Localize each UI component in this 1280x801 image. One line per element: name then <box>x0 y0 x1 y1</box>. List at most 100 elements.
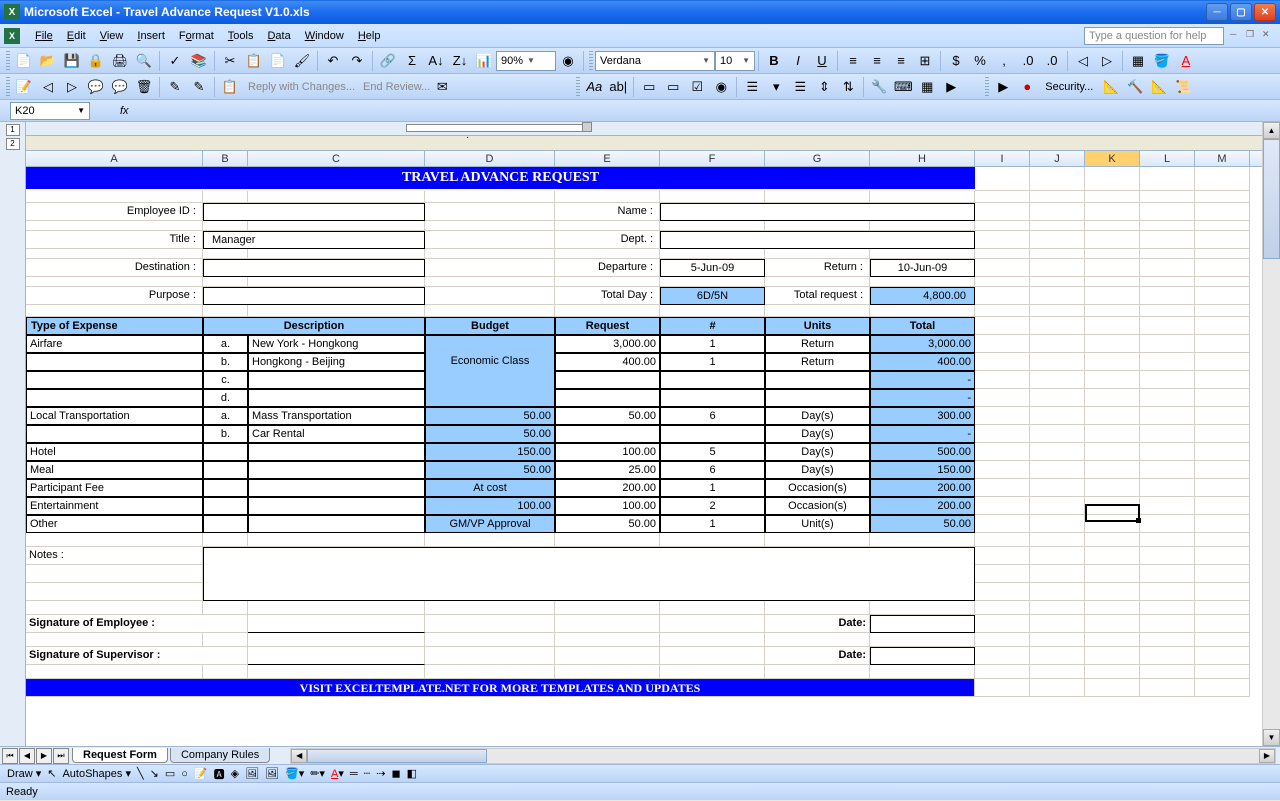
table-cell[interactable]: Meal <box>26 461 203 479</box>
table-cell[interactable] <box>425 335 555 353</box>
table-cell[interactable]: 6 <box>660 407 765 425</box>
col-K[interactable]: K <box>1085 151 1140 166</box>
tab-nav-prev[interactable]: ◀ <box>19 748 35 764</box>
table-cell[interactable] <box>555 425 660 443</box>
table-cell[interactable]: 50.00 <box>425 461 555 479</box>
merge-icon[interactable]: ⊞ <box>914 50 936 72</box>
table-cell[interactable]: Entertainment <box>26 497 203 515</box>
app-menu-icon[interactable]: X <box>4 28 20 44</box>
table-cell[interactable] <box>203 515 248 533</box>
menu-view[interactable]: View <box>93 27 131 45</box>
italic-icon[interactable]: I <box>787 50 809 72</box>
format-painter-icon[interactable]: 🖌 <box>291 50 313 72</box>
table-cell[interactable] <box>203 497 248 515</box>
toggle-grid-icon[interactable]: ▦ <box>916 76 938 98</box>
decrease-decimal-icon[interactable]: .0 <box>1041 50 1063 72</box>
table-cell[interactable]: 200.00 <box>870 497 975 515</box>
picture-icon[interactable]: 🖼 <box>265 767 279 780</box>
edit-box-icon[interactable]: ab| <box>607 76 629 98</box>
align-left-icon[interactable]: ≡ <box>842 50 864 72</box>
table-cell[interactable]: Day(s) <box>765 407 870 425</box>
fx-label[interactable]: fx <box>120 105 129 117</box>
table-cell[interactable]: Other <box>26 515 203 533</box>
track-changes-icon[interactable]: 📋 <box>219 76 241 98</box>
table-cell[interactable]: Car Rental <box>248 425 425 443</box>
table-cell[interactable]: 6 <box>660 461 765 479</box>
table-cell[interactable]: GM/VP Approval <box>425 515 555 533</box>
design-mode-icon[interactable]: 📐 <box>1148 76 1170 98</box>
col-F[interactable]: F <box>660 151 765 166</box>
col-C[interactable]: C <box>248 151 425 166</box>
prev-comment-icon[interactable]: ◁ <box>37 76 59 98</box>
reply-changes-text[interactable]: Reply with Changes... <box>248 81 355 93</box>
destination-input[interactable] <box>203 259 425 277</box>
undo-icon[interactable]: ↶ <box>322 50 344 72</box>
borders-icon[interactable]: ▦ <box>1127 50 1149 72</box>
fill-color-draw-icon[interactable]: 🪣▾ <box>285 767 304 780</box>
line-style-icon[interactable]: ═ <box>350 768 358 780</box>
help-icon[interactable]: ◉ <box>557 50 579 72</box>
table-cell[interactable] <box>248 389 425 407</box>
increase-indent-icon[interactable]: ▷ <box>1096 50 1118 72</box>
table-cell[interactable]: 500.00 <box>870 443 975 461</box>
table-cell[interactable] <box>660 425 765 443</box>
minimize-button[interactable]: ─ <box>1206 3 1228 21</box>
fontsize-combo[interactable]: 10▼ <box>715 51 755 71</box>
table-cell[interactable] <box>26 353 203 371</box>
table-cell[interactable]: 150.00 <box>425 443 555 461</box>
sort-asc-icon[interactable]: A↓ <box>425 50 447 72</box>
doc-restore-button[interactable]: ❐ <box>1246 29 1260 43</box>
table-cell[interactable] <box>203 443 248 461</box>
table-cell[interactable] <box>248 497 425 515</box>
bold-icon[interactable]: B <box>763 50 785 72</box>
col-G[interactable]: G <box>765 151 870 166</box>
line-icon[interactable]: ╲ <box>137 767 144 780</box>
table-cell[interactable] <box>248 461 425 479</box>
menu-insert[interactable]: Insert <box>130 27 172 45</box>
textbox-icon[interactable]: 📝 <box>194 767 208 780</box>
oval-icon[interactable]: ○ <box>181 768 188 780</box>
line-color-icon[interactable]: ✏▾ <box>310 767 325 780</box>
table-cell[interactable] <box>203 461 248 479</box>
properties-icon[interactable]: 🔧 <box>868 76 890 98</box>
permission-icon[interactable]: 🔒 <box>85 50 107 72</box>
open-icon[interactable]: 📂 <box>37 50 59 72</box>
wordart-icon[interactable]: 🅰 <box>214 766 225 782</box>
menu-edit[interactable]: Edit <box>60 27 93 45</box>
table-cell[interactable]: Return <box>765 353 870 371</box>
scroll-left-button[interactable]: ◀ <box>291 749 307 763</box>
toolbar-grip[interactable] <box>6 51 10 71</box>
table-cell[interactable]: Day(s) <box>765 443 870 461</box>
table-cell[interactable]: 300.00 <box>870 407 975 425</box>
table-cell[interactable]: - <box>870 371 975 389</box>
group-box-icon[interactable]: ▭ <box>638 76 660 98</box>
chart-icon[interactable]: 📊 <box>473 50 495 72</box>
spreadsheet-grid[interactable]: 1 TRAVEL ADVANCE REQUEST 2 3 Employee ID… <box>26 167 1262 746</box>
table-cell[interactable] <box>555 389 660 407</box>
table-cell[interactable]: 3,000.00 <box>555 335 660 353</box>
toolbar-grip-4[interactable] <box>576 77 580 97</box>
table-cell[interactable]: 1 <box>660 335 765 353</box>
listbox-icon[interactable]: ☰ <box>741 76 763 98</box>
draw-menu[interactable]: Draw ▾ <box>7 767 41 780</box>
title-input[interactable]: Manager <box>203 231 425 249</box>
threed-icon[interactable]: ◧ <box>407 767 417 780</box>
close-button[interactable]: ✕ <box>1254 3 1276 21</box>
table-cell[interactable]: 25.00 <box>555 461 660 479</box>
print-preview-icon[interactable]: 🔍 <box>133 50 155 72</box>
return-input[interactable]: 10-Jun-09 <box>870 259 975 277</box>
table-cell[interactable]: 50.00 <box>870 515 975 533</box>
menu-data[interactable]: Data <box>260 27 297 45</box>
save-icon[interactable]: 💾 <box>61 50 83 72</box>
vertical-scrollbar[interactable]: ▲ ▼ <box>1262 122 1280 746</box>
menu-help[interactable]: Help <box>351 27 388 45</box>
table-cell[interactable]: 100.00 <box>555 443 660 461</box>
col-J[interactable]: J <box>1030 151 1085 166</box>
button-icon[interactable]: ▭ <box>662 76 684 98</box>
col-L[interactable]: L <box>1140 151 1195 166</box>
split-slider[interactable] <box>406 124 586 132</box>
table-cell[interactable]: Participant Fee <box>26 479 203 497</box>
shadow-icon[interactable]: ◼ <box>391 767 400 780</box>
table-cell[interactable] <box>425 371 555 389</box>
table-cell[interactable]: 2 <box>660 497 765 515</box>
